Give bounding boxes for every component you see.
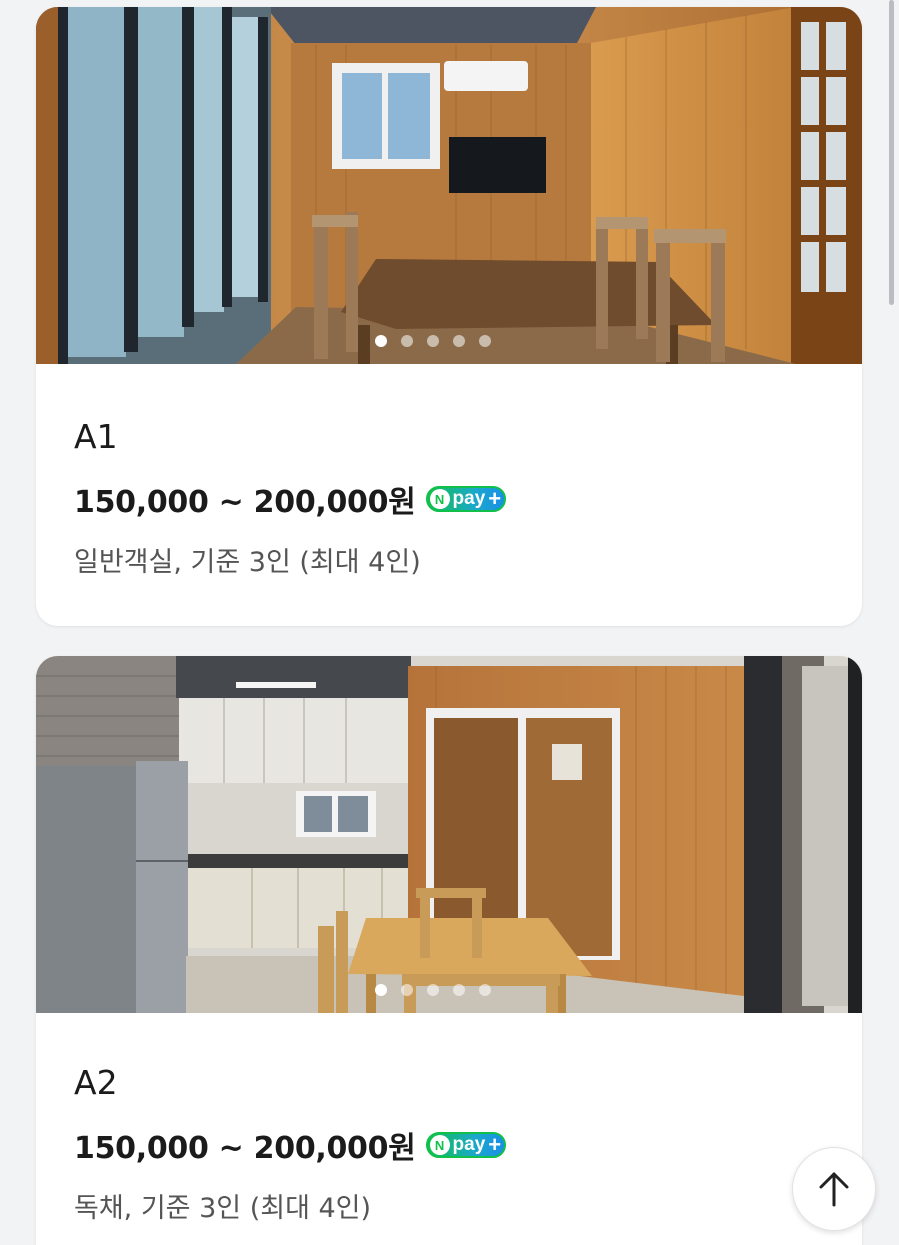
carousel-dot[interactable] — [375, 984, 387, 996]
price-row: 150,000 ~ 200,000원 N pay + — [74, 1123, 507, 1167]
room-description: 일반객실, 기준 3인 (최대 4인) — [74, 547, 421, 578]
carousel-indicator[interactable] — [36, 335, 846, 347]
carousel-dot[interactable] — [427, 335, 439, 347]
scrollbar[interactable] — [889, 0, 894, 305]
room-price: 150,000 ~ 200,000원 — [74, 485, 416, 520]
npay-label: pay — [452, 488, 486, 509]
carousel-dot[interactable] — [427, 984, 439, 996]
room-photo[interactable] — [36, 656, 862, 1013]
carousel-dot[interactable] — [375, 335, 387, 347]
npay-label: pay — [452, 1134, 486, 1155]
naver-n-icon: N — [429, 489, 450, 509]
scroll-to-top-button[interactable] — [792, 1147, 876, 1231]
carousel-dot[interactable] — [401, 335, 413, 347]
carousel-dot[interactable] — [453, 984, 465, 996]
room-list-page: A1 150,000 ~ 200,000원 N pay + 일반객실, 기준 3… — [0, 0, 899, 1245]
price-row: 150,000 ~ 200,000원 N pay + — [74, 477, 507, 521]
npay-badge: N pay + — [425, 1132, 507, 1158]
room-description: 독채, 기준 3인 (최대 4인) — [74, 1193, 372, 1224]
carousel-dot[interactable] — [479, 984, 491, 996]
room-photo-image — [36, 7, 862, 364]
room-price: 150,000 ~ 200,000원 — [74, 1131, 416, 1166]
room-name: A1 — [74, 417, 118, 456]
plus-icon: + — [488, 1132, 502, 1157]
carousel-indicator[interactable] — [36, 984, 846, 996]
room-card-a1[interactable]: A1 150,000 ~ 200,000원 N pay + 일반객실, 기준 3… — [36, 7, 862, 626]
room-photo-image — [36, 656, 862, 1013]
room-photo[interactable] — [36, 7, 862, 364]
arrow-up-icon — [819, 1172, 849, 1207]
room-name: A2 — [74, 1063, 118, 1102]
npay-badge: N pay + — [425, 486, 507, 512]
plus-icon: + — [488, 486, 502, 511]
carousel-dot[interactable] — [479, 335, 491, 347]
naver-n-icon: N — [429, 1135, 450, 1155]
carousel-dot[interactable] — [453, 335, 465, 347]
room-card-a2[interactable]: A2 150,000 ~ 200,000원 N pay + 독채, 기준 3인 … — [36, 656, 862, 1245]
carousel-dot[interactable] — [401, 984, 413, 996]
